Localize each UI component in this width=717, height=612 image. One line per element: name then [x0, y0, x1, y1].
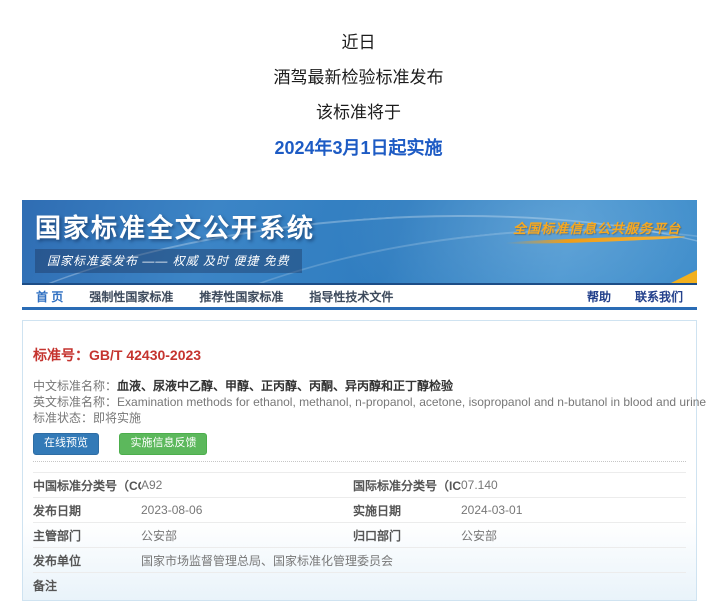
competent-dept-value: 公安部	[141, 523, 353, 548]
nav-item-recommended-standards[interactable]: 推荐性国家标准	[199, 288, 283, 305]
action-buttons: 在线预览 实施信息反馈	[33, 433, 686, 455]
cn-name-label: 中文标准名称：	[33, 379, 117, 393]
nav-item-help[interactable]: 帮助	[587, 288, 611, 305]
table-row: 发布单位 国家市场监督管理总局、国家标准化管理委员会	[33, 548, 686, 573]
issuing-unit-value: 国家市场监督管理总局、国家标准化管理委员会	[141, 548, 686, 573]
standard-number-value: GB/T 42430-2023	[89, 347, 201, 363]
ics-label: 国际标准分类号（ICS）	[353, 473, 461, 498]
table-row: 主管部门 公安部 归口部门 公安部	[33, 523, 686, 548]
implement-date-label: 实施日期	[353, 498, 461, 523]
nav-item-guidance-documents[interactable]: 指导性技术文件	[309, 288, 393, 305]
implementation-feedback-button[interactable]: 实施信息反馈	[119, 433, 207, 455]
centralized-dept-label: 归口部门	[353, 523, 461, 548]
dotted-separator	[33, 461, 686, 462]
standard-meta: 中文标准名称：血液、尿液中乙醇、甲醇、正丙醇、丙酮、异丙醇和正丁醇检验 英文标准…	[33, 378, 686, 426]
standard-number-label: 标准号：	[33, 347, 89, 363]
status-label: 标准状态：	[33, 411, 93, 425]
issuing-unit-label: 发布单位	[33, 548, 141, 573]
ics-value: 07.140	[461, 473, 686, 498]
platform-name: 全国标准信息公共服务平台	[513, 218, 681, 237]
nav-item-home[interactable]: 首 页	[36, 288, 63, 305]
ccs-value: A92	[141, 473, 353, 498]
centralized-dept-value: 公安部	[461, 523, 686, 548]
intro-line-1: 近日	[0, 34, 717, 52]
publish-date-label: 发布日期	[33, 498, 141, 523]
en-name-label: 英文标准名称：	[33, 395, 117, 409]
remarks-label: 备注	[33, 573, 141, 598]
standard-number-line: 标准号：GB/T 42430-2023	[33, 345, 686, 365]
publish-date-value: 2023-08-06	[141, 498, 353, 523]
intro-line-2: 酒驾最新检验标准发布	[0, 69, 717, 87]
remarks-value	[141, 573, 686, 598]
table-row: 备注	[33, 573, 686, 598]
main-nav: 首 页 强制性国家标准 推荐性国家标准 指导性技术文件 帮助 联系我们	[22, 285, 697, 310]
intro-highlight-date: 2024年3月1日起实施	[0, 139, 717, 157]
nav-item-mandatory-standards[interactable]: 强制性国家标准	[89, 288, 173, 305]
nav-item-contact[interactable]: 联系我们	[635, 288, 683, 305]
intro-line-3: 该标准将于	[0, 104, 717, 122]
implement-date-value: 2024-03-01	[461, 498, 686, 523]
en-name-row: 英文标准名称：Examination methods for ethanol, …	[33, 394, 686, 410]
status-value: 即将实施	[93, 411, 141, 425]
site-slogan: 国家标准委发布 —— 权威 及时 便捷 免费	[35, 249, 302, 273]
standard-details-table: 中国标准分类号（CCS） A92 国际标准分类号（ICS） 07.140 发布日…	[33, 472, 686, 597]
cn-name-row: 中文标准名称：血液、尿液中乙醇、甲醇、正丙醇、丙酮、异丙醇和正丁醇检验	[33, 378, 686, 394]
ccs-label: 中国标准分类号（CCS）	[33, 473, 141, 498]
cn-name-value: 血液、尿液中乙醇、甲醇、正丙醇、丙酮、异丙醇和正丁醇检验	[117, 379, 453, 393]
intro-block: 近日 酒驾最新检验标准发布 该标准将于 2024年3月1日起实施	[0, 34, 717, 174]
competent-dept-label: 主管部门	[33, 523, 141, 548]
site-title: 国家标准全文公开系统	[35, 208, 315, 245]
site-banner: 国家标准全文公开系统 国家标准委发布 —— 权威 及时 便捷 免费 全国标准信息…	[22, 200, 697, 285]
table-row: 中国标准分类号（CCS） A92 国际标准分类号（ICS） 07.140	[33, 473, 686, 498]
standard-site-screenshot: 国家标准全文公开系统 国家标准委发布 —— 权威 及时 便捷 免费 全国标准信息…	[22, 200, 697, 604]
standard-detail-panel: 标准号：GB/T 42430-2023 中文标准名称：血液、尿液中乙醇、甲醇、正…	[22, 320, 697, 601]
table-row: 发布日期 2023-08-06 实施日期 2024-03-01	[33, 498, 686, 523]
en-name-value: Examination methods for ethanol, methano…	[117, 395, 706, 409]
status-row: 标准状态：即将实施	[33, 410, 686, 426]
online-preview-button[interactable]: 在线预览	[33, 433, 99, 455]
